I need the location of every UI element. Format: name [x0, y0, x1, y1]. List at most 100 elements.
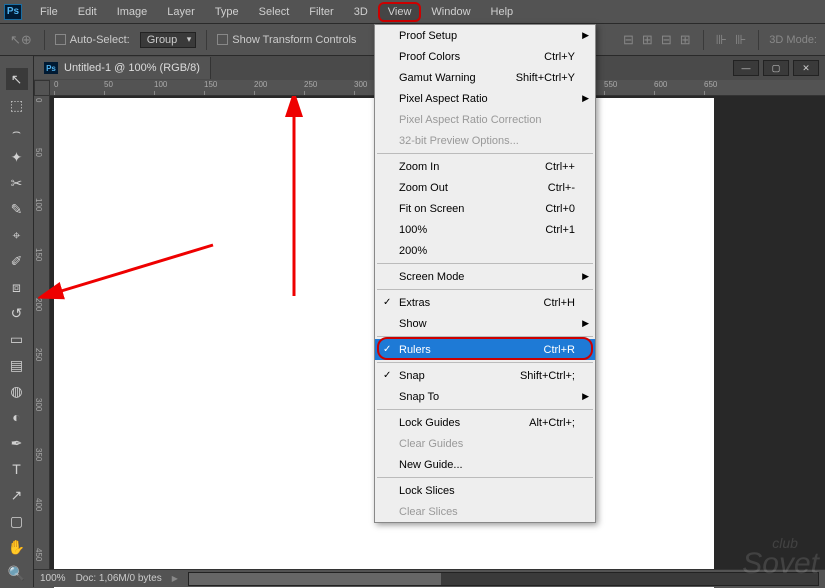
menu-view[interactable]: View [378, 2, 422, 22]
menu-item-rulers[interactable]: ✓ Rulers Ctrl+R [375, 339, 595, 360]
menu-item-label: Lock Guides [399, 417, 460, 429]
show-transform-checkbox[interactable]: Show Transform Controls [217, 34, 356, 46]
menu-item-label: 200% [399, 245, 427, 257]
menu-type[interactable]: Type [205, 2, 249, 22]
menu-help[interactable]: Help [481, 2, 524, 22]
stamp-tool[interactable]: ⧈ [6, 276, 28, 298]
zoom-level[interactable]: 100% [40, 573, 66, 584]
view-menu-dropdown: Proof Setup▶Proof ColorsCtrl+YGamut Warn… [374, 24, 596, 523]
ruler-tick: 250 [304, 80, 317, 89]
maximize-button[interactable]: ▢ [763, 60, 789, 76]
align-icons: ⊟ ⊞ ⊟ ⊞ [621, 32, 693, 48]
menu-item-clear-slices: Clear Slices [375, 501, 595, 522]
menu-item-snap-to[interactable]: Snap To▶ [375, 386, 595, 407]
auto-select-checkbox[interactable]: Auto-Select: [55, 34, 130, 46]
ruler-tick: 350 [34, 448, 43, 461]
document-tab[interactable]: Ps Untitled-1 @ 100% (RGB/8) [34, 57, 211, 79]
ruler-tick: 150 [204, 80, 217, 89]
close-button[interactable]: ✕ [793, 60, 819, 76]
align-icon[interactable]: ⊞ [640, 32, 655, 48]
horizontal-scrollbar[interactable] [188, 572, 819, 586]
menu-item-lock-slices[interactable]: Lock Slices [375, 480, 595, 501]
wand-tool[interactable]: ✦ [6, 146, 28, 168]
eraser-tool[interactable]: ▭ [6, 328, 28, 350]
minimize-button[interactable]: — [733, 60, 759, 76]
ruler-tick: 100 [154, 80, 167, 89]
menu-item-extras[interactable]: ✓ExtrasCtrl+H [375, 292, 595, 313]
menu-item-label: Extras [399, 297, 430, 309]
menu-item-label: Clear Guides [399, 438, 463, 450]
menu-item-200[interactable]: 200% [375, 240, 595, 261]
menu-item-label: Proof Colors [399, 51, 460, 63]
menu-item-label: Zoom In [399, 161, 439, 173]
menu-item-zoom-out[interactable]: Zoom OutCtrl+- [375, 177, 595, 198]
dodge-tool[interactable]: ◐ [6, 406, 28, 428]
ruler-corner[interactable] [34, 80, 50, 96]
menu-item-zoom-in[interactable]: Zoom InCtrl++ [375, 156, 595, 177]
history-brush-tool[interactable]: ↺ [6, 302, 28, 324]
menu-item-show[interactable]: Show▶ [375, 313, 595, 334]
auto-select-label: Auto-Select: [70, 34, 130, 46]
move-tool[interactable]: ↖ [6, 68, 28, 90]
auto-select-dropdown[interactable]: Group [140, 32, 197, 48]
pen-tool[interactable]: ✒ [6, 432, 28, 454]
menu-item-proof-setup[interactable]: Proof Setup▶ [375, 25, 595, 46]
divider [44, 30, 45, 50]
lasso-tool[interactable]: ⌢ [6, 120, 28, 142]
path-tool[interactable]: ↗ [6, 484, 28, 506]
menu-item-shortcut: Shift+Ctrl+; [520, 370, 575, 382]
hand-tool[interactable]: ✋ [6, 536, 28, 558]
ruler-tick: 400 [34, 498, 43, 511]
menu-item-new-guide[interactable]: New Guide... [375, 454, 595, 475]
menu-separator [377, 153, 593, 154]
menu-edit[interactable]: Edit [68, 2, 107, 22]
watermark: club Sovet [742, 541, 819, 581]
divider [206, 30, 207, 50]
menu-item-proof-colors[interactable]: Proof ColorsCtrl+Y [375, 46, 595, 67]
eyedropper-tool[interactable]: ✎ [6, 198, 28, 220]
photoshop-favicon-icon: Ps [44, 62, 58, 74]
gradient-tool[interactable]: ▤ [6, 354, 28, 376]
menu-item-100[interactable]: 100%Ctrl+1 [375, 219, 595, 240]
blur-tool[interactable]: ◍ [6, 380, 28, 402]
distribute-icon[interactable]: ⊪ [714, 32, 729, 48]
document-title: Untitled-1 @ 100% (RGB/8) [64, 62, 200, 74]
menu-item-pixel-aspect-ratio[interactable]: Pixel Aspect Ratio▶ [375, 88, 595, 109]
brush-tool[interactable]: ✐ [6, 250, 28, 272]
menu-select[interactable]: Select [249, 2, 300, 22]
menu-item-label: Rulers [399, 344, 431, 356]
type-tool[interactable]: T [6, 458, 28, 480]
menu-item-fit-on-screen[interactable]: Fit on ScreenCtrl+0 [375, 198, 595, 219]
menu-separator [377, 409, 593, 410]
menu-layer[interactable]: Layer [157, 2, 205, 22]
distribute-icon[interactable]: ⊪ [733, 32, 748, 48]
menu-item-screen-mode[interactable]: Screen Mode▶ [375, 266, 595, 287]
chevron-right-icon[interactable]: ▶ [172, 574, 178, 583]
zoom-tool[interactable]: 🔍 [6, 562, 28, 584]
menu-image[interactable]: Image [107, 2, 158, 22]
heal-tool[interactable]: ⌖ [6, 224, 28, 246]
photoshop-logo-icon: Ps [4, 4, 22, 20]
menu-file[interactable]: File [30, 2, 68, 22]
toolbox: ↖ ⬚ ⌢ ✦ ✂ ✎ ⌖ ✐ ⧈ ↺ ▭ ▤ ◍ ◐ ✒ T ↗ ▢ ✋ 🔍 [0, 56, 34, 587]
align-icon[interactable]: ⊟ [621, 32, 636, 48]
3d-mode-label: 3D Mode: [769, 34, 817, 46]
menu-3d[interactable]: 3D [344, 2, 378, 22]
doc-info: Doc: 1,06M/0 bytes [76, 573, 162, 584]
menu-item-snap[interactable]: ✓SnapShift+Ctrl+; [375, 365, 595, 386]
menu-item-gamut-warning[interactable]: Gamut WarningShift+Ctrl+Y [375, 67, 595, 88]
ruler-tick: 300 [354, 80, 367, 89]
ruler-tick: 50 [104, 80, 113, 89]
shape-tool[interactable]: ▢ [6, 510, 28, 532]
align-icon[interactable]: ⊟ [659, 32, 674, 48]
menu-filter[interactable]: Filter [299, 2, 343, 22]
marquee-tool[interactable]: ⬚ [6, 94, 28, 116]
menu-item-shortcut: Ctrl+R [544, 344, 575, 356]
check-icon: ✓ [383, 344, 391, 355]
divider [703, 30, 704, 50]
vertical-ruler[interactable]: 050100150200250300350400450 [34, 96, 50, 587]
menu-item-lock-guides[interactable]: Lock GuidesAlt+Ctrl+; [375, 412, 595, 433]
align-icon[interactable]: ⊞ [678, 32, 693, 48]
crop-tool[interactable]: ✂ [6, 172, 28, 194]
menu-window[interactable]: Window [421, 2, 480, 22]
